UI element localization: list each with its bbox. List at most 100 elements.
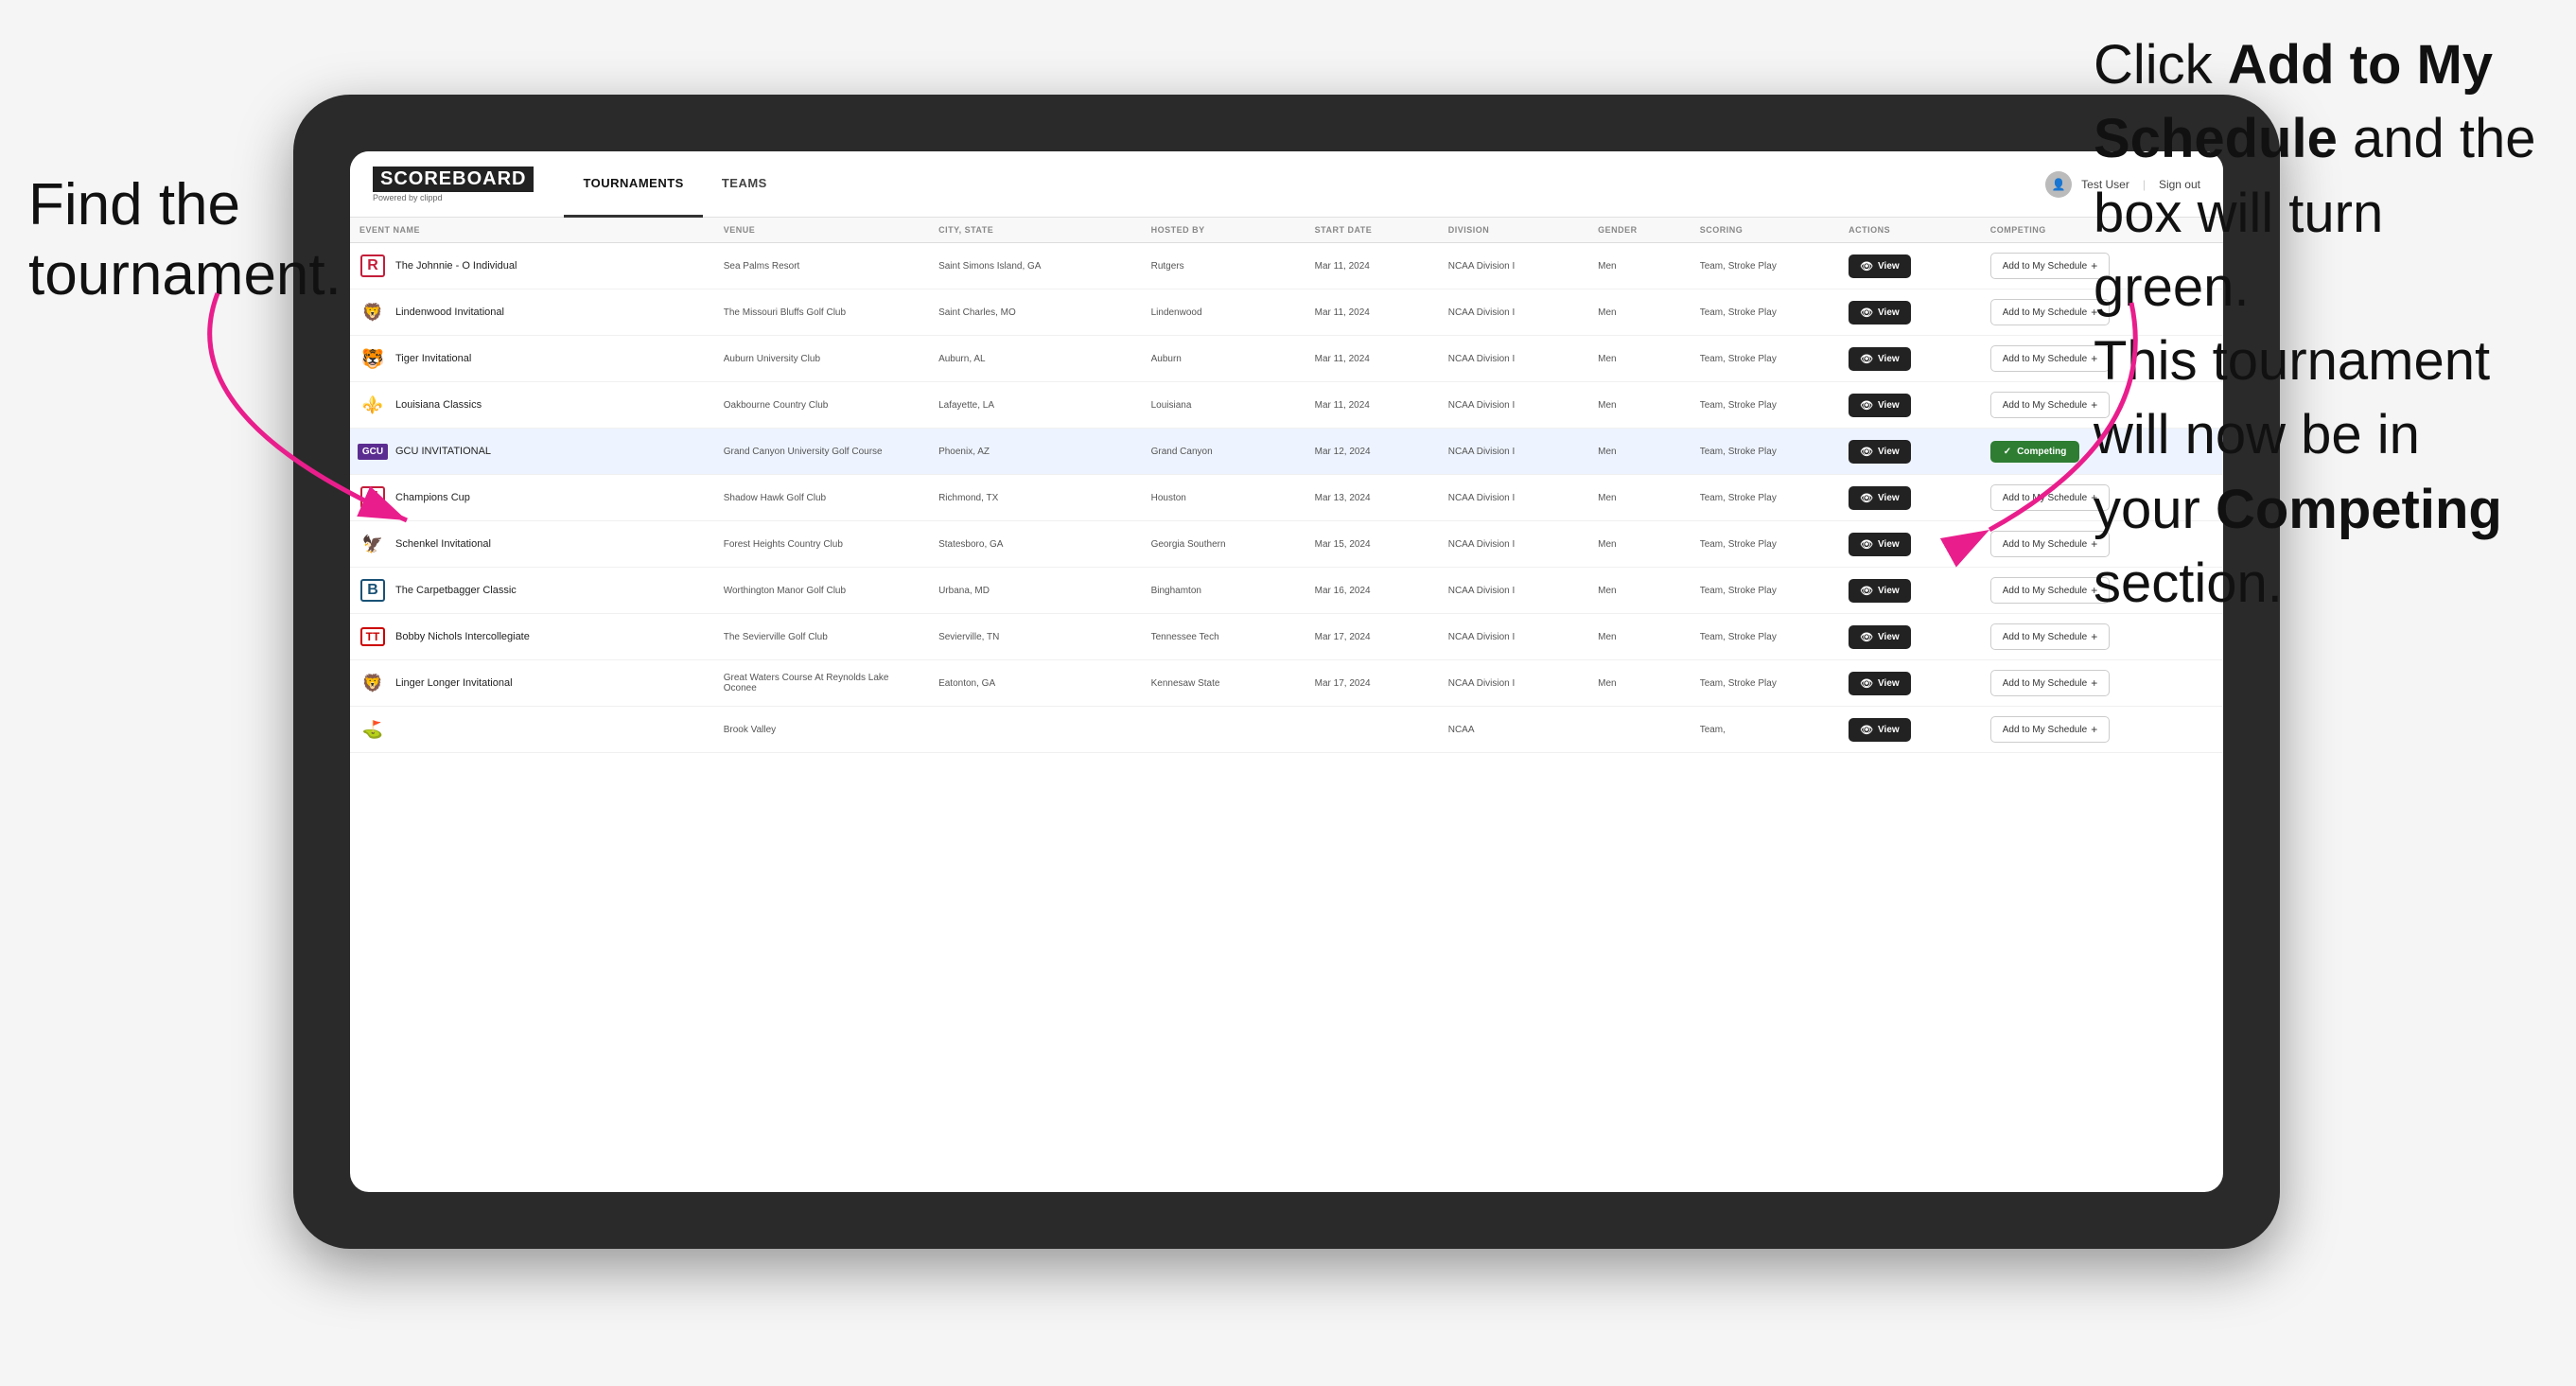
plus-icon: +	[2091, 676, 2097, 690]
hosted-cell: Grand Canyon	[1142, 429, 1306, 475]
add-schedule-button[interactable]: Add to My Schedule +	[1990, 577, 2111, 604]
table-row: 🦁 Linger Longer Invitational Great Water…	[350, 660, 2223, 707]
city-cell: Richmond, TX	[929, 475, 1142, 521]
venue-cell: The Missouri Bluffs Golf Club	[714, 289, 929, 336]
division-cell: NCAA	[1439, 707, 1588, 753]
gender-cell: Men	[1588, 336, 1691, 382]
tablet-frame: SCOREBOARD Powered by clippd TOURNAMENTS…	[293, 95, 2280, 1249]
tab-tournaments[interactable]: TOURNAMENTS	[564, 151, 702, 218]
gender-cell: Men	[1588, 289, 1691, 336]
add-schedule-button[interactable]: Add to My Schedule +	[1990, 716, 2111, 743]
city-cell: Eatonton, GA	[929, 660, 1142, 707]
hosted-cell: Rutgers	[1142, 243, 1306, 289]
add-schedule-button[interactable]: Add to My Schedule +	[1990, 623, 2111, 650]
event-name: Linger Longer Invitational	[395, 677, 513, 689]
hosted-cell: Binghamton	[1142, 568, 1306, 614]
user-avatar: 👤	[2045, 171, 2072, 198]
plus-icon: +	[2091, 630, 2097, 643]
table-header-row: EVENT NAME VENUE CITY, STATE HOSTED BY S…	[350, 218, 2223, 243]
actions-cell: 👁View	[1839, 614, 1981, 660]
division-cell: NCAA Division I	[1439, 243, 1588, 289]
hosted-cell: Georgia Southern	[1142, 521, 1306, 568]
view-button[interactable]: 👁View	[1849, 254, 1911, 278]
venue-cell: Great Waters Course At Reynolds Lake Oco…	[714, 660, 929, 707]
eye-icon: 👁	[1860, 585, 1873, 597]
date-cell: Mar 12, 2024	[1306, 429, 1439, 475]
col-division: DIVISION	[1439, 218, 1588, 243]
view-button[interactable]: 👁View	[1849, 579, 1911, 603]
venue-cell: Forest Heights Country Club	[714, 521, 929, 568]
division-cell: NCAA Division I	[1439, 521, 1588, 568]
date-cell: Mar 15, 2024	[1306, 521, 1439, 568]
venue-cell: Shadow Hawk Golf Club	[714, 475, 929, 521]
gender-cell: Men	[1588, 660, 1691, 707]
logo-area: SCOREBOARD Powered by clippd	[373, 167, 534, 202]
hosted-cell: Kennesaw State	[1142, 660, 1306, 707]
table-row: R The Johnnie - O Individual Sea Palms R…	[350, 243, 2223, 289]
event-name-cell: 🦁 Linger Longer Invitational	[350, 660, 714, 707]
gender-cell: Men	[1588, 429, 1691, 475]
date-cell: Mar 13, 2024	[1306, 475, 1439, 521]
date-cell	[1306, 707, 1439, 753]
col-actions: ACTIONS	[1839, 218, 1981, 243]
division-cell: NCAA Division I	[1439, 660, 1588, 707]
team-logo: TT	[359, 623, 386, 650]
date-cell: Mar 17, 2024	[1306, 614, 1439, 660]
date-cell: Mar 11, 2024	[1306, 243, 1439, 289]
team-logo: ⛳	[359, 716, 386, 743]
col-start-date: START DATE	[1306, 218, 1439, 243]
view-button[interactable]: 👁View	[1849, 672, 1911, 695]
division-cell: NCAA Division I	[1439, 429, 1588, 475]
view-button[interactable]: 👁View	[1849, 718, 1911, 742]
table-row: ⛳ Brook Valley NCAA Team, 👁View Add to M…	[350, 707, 2223, 753]
event-name: The Johnnie - O Individual	[395, 260, 517, 272]
venue-cell: The Sevierville Golf Club	[714, 614, 929, 660]
date-cell: Mar 11, 2024	[1306, 289, 1439, 336]
add-schedule-button[interactable]: Add to My Schedule +	[1990, 253, 2111, 279]
arrow-left	[76, 274, 549, 558]
event-name-cell: TT Bobby Nichols Intercollegiate	[350, 614, 714, 660]
venue-cell: Oakbourne Country Club	[714, 382, 929, 429]
tab-teams[interactable]: TEAMS	[703, 151, 786, 218]
eye-icon: 👁	[1860, 631, 1873, 643]
gender-cell	[1588, 707, 1691, 753]
table-row: B The Carpetbagger Classic Worthington M…	[350, 568, 2223, 614]
event-name-cell: B The Carpetbagger Classic	[350, 568, 714, 614]
team-logo: 🦁	[359, 670, 386, 696]
division-cell: NCAA Division I	[1439, 568, 1588, 614]
city-cell: Saint Simons Island, GA	[929, 243, 1142, 289]
venue-cell: Auburn University Club	[714, 336, 929, 382]
eye-icon: 👁	[1860, 260, 1873, 272]
venue-cell: Sea Palms Resort	[714, 243, 929, 289]
date-cell: Mar 11, 2024	[1306, 336, 1439, 382]
division-cell: NCAA Division I	[1439, 289, 1588, 336]
hosted-cell	[1142, 707, 1306, 753]
date-cell: Mar 16, 2024	[1306, 568, 1439, 614]
hosted-cell: Tennessee Tech	[1142, 614, 1306, 660]
gender-cell: Men	[1588, 568, 1691, 614]
date-cell: Mar 17, 2024	[1306, 660, 1439, 707]
app-header: SCOREBOARD Powered by clippd TOURNAMENTS…	[350, 151, 2223, 218]
actions-cell: 👁View	[1839, 243, 1981, 289]
eye-icon: 👁	[1860, 724, 1873, 736]
table-row: TT Bobby Nichols Intercollegiate The Sev…	[350, 614, 2223, 660]
city-cell: Urbana, MD	[929, 568, 1142, 614]
scoring-cell: Team, Stroke Play	[1691, 660, 1839, 707]
scoring-cell: Team,	[1691, 707, 1839, 753]
team-logo: B	[359, 577, 386, 604]
col-scoring: SCORING	[1691, 218, 1839, 243]
add-schedule-button[interactable]: Add to My Schedule +	[1990, 670, 2111, 696]
col-gender: GENDER	[1588, 218, 1691, 243]
gender-cell: Men	[1588, 243, 1691, 289]
competing-cell: Add to My Schedule +	[1981, 707, 2223, 753]
division-cell: NCAA Division I	[1439, 614, 1588, 660]
division-cell: NCAA Division I	[1439, 336, 1588, 382]
hosted-cell: Auburn	[1142, 336, 1306, 382]
app-logo: SCOREBOARD	[373, 167, 534, 192]
city-cell: Phoenix, AZ	[929, 429, 1142, 475]
event-name-cell: ⛳	[350, 707, 714, 753]
scoring-cell: Team, Stroke Play	[1691, 243, 1839, 289]
view-button[interactable]: 👁View	[1849, 625, 1911, 649]
city-cell: Lafayette, LA	[929, 382, 1142, 429]
city-cell	[929, 707, 1142, 753]
